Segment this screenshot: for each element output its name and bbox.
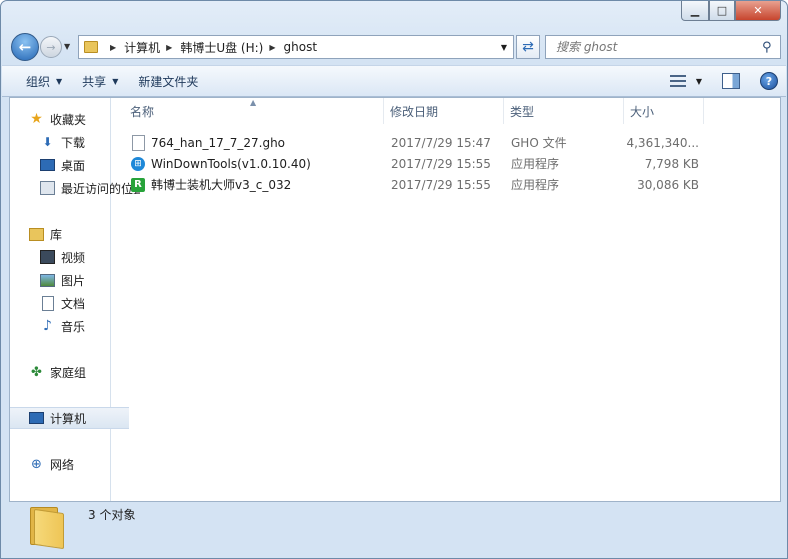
caret-down-icon: ▼ (56, 76, 63, 86)
file-name-cell: R 韩博士装机大师v3_c_032 (131, 174, 381, 195)
nav-label: 音乐 (61, 319, 86, 334)
nav-label: 家庭组 (50, 365, 87, 380)
video-icon (40, 250, 55, 264)
downloads-folder-icon: ⬇ (42, 135, 53, 149)
file-name-cell: ⊞ WinDownTools(v1.0.10.40) (131, 153, 381, 174)
table-row[interactable]: 764_han_17_7_27.gho 2017/7/29 15:47 GHO … (111, 132, 711, 153)
file-size: 7,798 KB (644, 156, 699, 171)
table-row[interactable]: ⊞ WinDownTools(v1.0.10.40) 2017/7/29 15:… (111, 153, 711, 174)
main-pane: ★ 收藏夹 ⬇ 下载 桌面 最近访问的位置 库 视频 图片 文档 ♪ 音乐 ✤ … (9, 97, 781, 502)
picture-icon (40, 273, 55, 287)
navigation-bar: ← → ▼ ▶ 计算机 ▶ 韩博士U盘 (H:) ▶ ghost ▼ ⇄ ⚲ (9, 32, 781, 61)
file-type: 应用程序 (511, 178, 560, 192)
nav-label: 网络 (50, 457, 75, 472)
chevron-right-icon[interactable]: ▶ (110, 43, 116, 52)
file-date: 2017/7/29 15:55 (391, 156, 491, 171)
arrow-left-icon: ← (18, 38, 32, 56)
nav-label: 文档 (61, 296, 86, 311)
file-name: 764_han_17_7_27.gho (151, 135, 286, 150)
refresh-button[interactable]: ⇄ (516, 35, 540, 59)
forward-button[interactable]: → (40, 36, 62, 58)
nav-label: 收藏夹 (50, 112, 87, 127)
chevron-right-icon[interactable]: ▶ (269, 43, 275, 52)
refresh-icon: ⇄ (522, 39, 534, 55)
desktop-icon (40, 158, 55, 172)
file-date: 2017/7/29 15:47 (391, 135, 491, 150)
libraries-icon (29, 227, 44, 241)
arrow-right-icon: → (46, 40, 56, 54)
file-type: 应用程序 (511, 157, 560, 171)
item-count: 3 个对象 (88, 508, 136, 522)
star-icon: ★ (30, 111, 43, 127)
document-icon (40, 295, 55, 311)
file-name: 韩博士装机大师v3_c_032 (151, 178, 292, 192)
breadcrumb-folder[interactable]: ghost (284, 40, 318, 54)
file-name-cell: 764_han_17_7_27.gho (131, 132, 381, 153)
recent-places-icon (40, 181, 55, 195)
recent-pages-dropdown[interactable]: ▼ (64, 42, 70, 51)
hanboshi-app-icon: R (131, 177, 145, 193)
command-bar: 组织 ▼ 共享 ▼ 新建文件夹 ▼ ? (2, 65, 786, 97)
share-button[interactable]: 共享 ▼ (72, 69, 128, 93)
organize-button[interactable]: 组织 ▼ (16, 69, 72, 93)
file-type: GHO 文件 (511, 136, 567, 150)
new-folder-label: 新建文件夹 (138, 74, 199, 89)
view-options-icon[interactable] (669, 75, 686, 87)
column-label: 修改日期 (390, 104, 439, 119)
address-dropdown-icon[interactable]: ▼ (501, 43, 507, 52)
column-headers: 名称 ▲ 修改日期 类型 大小 (111, 98, 780, 124)
column-header-type[interactable]: 类型 (504, 98, 624, 124)
help-icon[interactable]: ? (760, 72, 778, 90)
folder-icon (28, 507, 64, 550)
file-size: 30,086 KB (637, 177, 699, 192)
toolbar-right: ▼ ? (669, 72, 778, 90)
details-pane: 3 个对象 (2, 501, 786, 557)
caret-down-icon: ▼ (112, 76, 119, 86)
search-input[interactable] (554, 37, 762, 57)
maximize-button[interactable]: □ (709, 1, 735, 21)
breadcrumb-drive[interactable]: 韩博士U盘 (H:) (180, 39, 263, 56)
table-row[interactable]: R 韩博士装机大师v3_c_032 2017/7/29 15:55 应用程序 3… (111, 174, 711, 195)
new-folder-button[interactable]: 新建文件夹 (128, 69, 208, 93)
windows-app-icon: ⊞ (131, 156, 145, 172)
chevron-right-icon[interactable]: ▶ (166, 43, 172, 52)
file-date: 2017/7/29 15:55 (391, 177, 491, 192)
column-header-date[interactable]: 修改日期 (384, 98, 504, 124)
address-bar[interactable]: ▶ 计算机 ▶ 韩博士U盘 (H:) ▶ ghost ▼ (78, 35, 514, 59)
nav-label: 库 (50, 227, 63, 242)
minimize-button[interactable]: ▁ (681, 1, 709, 21)
network-icon: ⊕ (31, 456, 42, 472)
share-label: 共享 (82, 74, 107, 89)
document-icon (131, 134, 145, 151)
column-header-size[interactable]: 大小 (624, 98, 704, 124)
file-size: 4,361,340... (626, 135, 699, 150)
view-options-dropdown-icon[interactable]: ▼ (696, 77, 702, 86)
nav-label: 图片 (61, 273, 86, 288)
computer-icon (29, 411, 44, 425)
sort-ascending-icon: ▲ (250, 98, 257, 107)
caption-buttons: ▁ □ ✕ (681, 1, 781, 21)
back-button[interactable]: ← (11, 33, 39, 61)
nav-label: 桌面 (61, 158, 86, 173)
explorer-window: ▁ □ ✕ ← → ▼ ▶ 计算机 ▶ 韩博士U盘 (H:) ▶ ghost ▼… (0, 0, 788, 559)
column-label: 类型 (510, 104, 535, 119)
nav-label: 视频 (61, 250, 86, 265)
close-button[interactable]: ✕ (735, 1, 781, 21)
column-label: 名称 (130, 104, 155, 119)
nav-label: 下载 (61, 135, 86, 150)
nav-label: 计算机 (50, 411, 87, 426)
search-box: ⚲ (545, 35, 781, 59)
breadcrumb: ▶ 计算机 ▶ 韩博士U盘 (H:) ▶ ghost (104, 39, 317, 56)
homegroup-icon: ✤ (31, 364, 42, 380)
file-list: 名称 ▲ 修改日期 类型 大小 764_han_17_7_27.gho 2017… (111, 98, 780, 501)
column-label: 大小 (630, 104, 655, 119)
file-name: WinDownTools(v1.0.10.40) (151, 156, 311, 171)
search-icon[interactable]: ⚲ (762, 40, 780, 55)
preview-pane-icon[interactable] (722, 73, 740, 89)
organize-label: 组织 (26, 74, 51, 89)
breadcrumb-computer[interactable]: 计算机 (124, 39, 160, 56)
music-note-icon: ♪ (43, 318, 52, 334)
navigation-pane: ★ 收藏夹 ⬇ 下载 桌面 最近访问的位置 库 视频 图片 文档 ♪ 音乐 ✤ … (10, 98, 140, 501)
folder-icon (84, 41, 98, 53)
